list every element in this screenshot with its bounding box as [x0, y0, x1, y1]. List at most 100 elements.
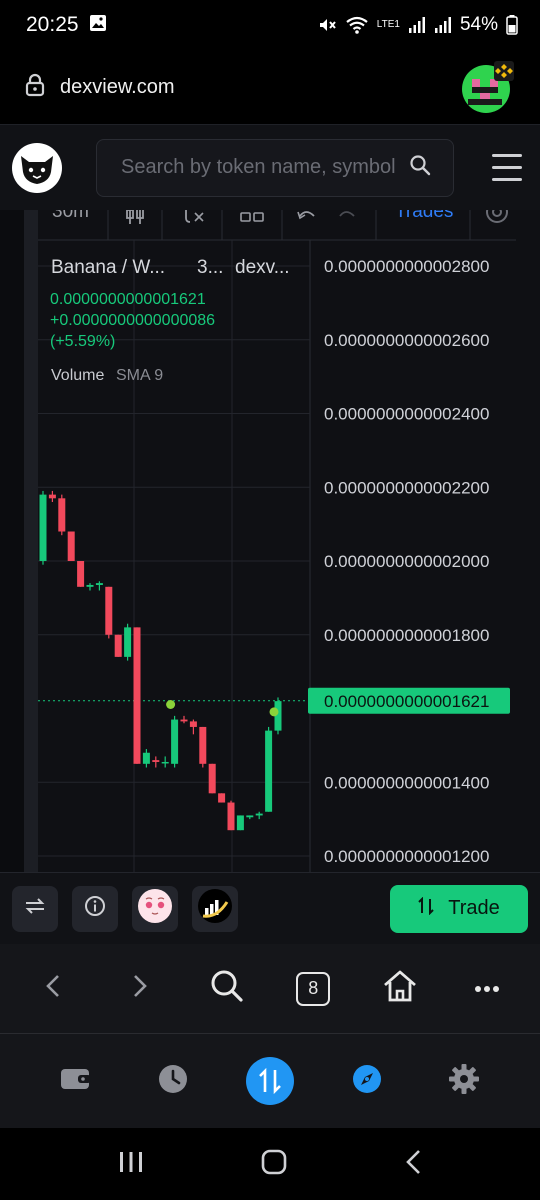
candle-body [95, 583, 103, 585]
candle [255, 811, 263, 820]
extension-avatar[interactable] [460, 59, 516, 115]
y-axis-tick-label: 0.0000000000002400 [324, 405, 489, 424]
token-avatar-button[interactable] [132, 885, 178, 932]
candle-body [227, 802, 235, 831]
candle-body [152, 760, 160, 762]
site-header [0, 124, 540, 210]
signal-icon-2 [434, 16, 452, 34]
price-chart[interactable]: 30m Trades 0.0000000000002800 0.000000000… [0, 210, 540, 872]
status-bar: 20:25 LTE1 54% [0, 0, 540, 50]
candle [246, 815, 254, 820]
candle [77, 561, 85, 587]
candle-body [133, 627, 141, 764]
token-search-input[interactable] [121, 156, 409, 179]
wifi-icon [345, 15, 369, 35]
home-button[interactable] [370, 969, 430, 1008]
swap-pair-button[interactable] [12, 885, 58, 932]
browser-search-button[interactable] [197, 969, 257, 1008]
candle [227, 800, 235, 831]
current-price-tag-label: 0.0000000000001621 [324, 692, 489, 711]
swap-arrows-icon [24, 896, 46, 921]
swap-arrows-circle [245, 1057, 294, 1105]
token-search-box[interactable] [96, 138, 454, 197]
y-axis-tick-label: 0.0000000000002600 [324, 331, 489, 350]
y-axis-tick-label: 0.0000000000002200 [324, 478, 489, 497]
y-axis-tick-label: 0.0000000000002000 [324, 552, 489, 571]
discover-button[interactable] [337, 1063, 397, 1100]
candle-body [114, 634, 122, 657]
price-change-abs: +0.0000000000000086 [50, 312, 215, 329]
swap-button[interactable] [240, 1057, 300, 1105]
wallet-icon [60, 1066, 92, 1097]
volume-sma-label: SMA 9 [116, 367, 163, 384]
candle [161, 756, 169, 768]
indicator-icon [185, 210, 204, 223]
lock-icon[interactable] [24, 73, 46, 102]
info-button[interactable] [72, 885, 118, 932]
url-domain[interactable]: dexview.com [60, 76, 175, 99]
browser-tools-bar [0, 1034, 540, 1128]
candle-body [39, 494, 47, 561]
price-change-pct: (+5.59%) [50, 333, 115, 350]
candle-body [161, 761, 169, 764]
pair-title: Banana / W... [51, 257, 165, 278]
candle-body [236, 815, 244, 831]
battery-icon [506, 15, 518, 35]
candle-body [77, 561, 85, 587]
forward-button[interactable] [110, 973, 170, 1004]
candle [48, 490, 56, 502]
chevron-right-icon [132, 973, 148, 1004]
layout-icon [240, 212, 264, 222]
settings-button[interactable] [434, 1063, 494, 1100]
recent-apps-icon[interactable] [118, 1150, 144, 1179]
browser-navigation-bar: 8 [0, 944, 540, 1034]
candle [86, 583, 94, 591]
back-button[interactable] [23, 973, 83, 1004]
tab-count-badge: 8 [296, 971, 331, 1006]
wallet-button[interactable] [46, 1066, 106, 1097]
system-back-icon[interactable] [404, 1148, 422, 1181]
battery-text: 54% [459, 14, 498, 35]
menu-hamburger-icon[interactable] [492, 154, 522, 181]
candle [105, 586, 113, 639]
y-axis-tick-label: 0.0000000000001800 [324, 626, 489, 645]
trade-button-label: Trade [448, 897, 500, 919]
candle [114, 634, 122, 657]
y-axis-tick-label: 0.0000000000002800 [324, 257, 489, 276]
dex-bars-logo-icon [197, 888, 233, 929]
history-button[interactable] [143, 1063, 203, 1100]
candle-body [189, 721, 197, 727]
candle [180, 715, 188, 724]
more-options-button[interactable] [457, 980, 517, 998]
trades-tab: Trades [395, 210, 453, 222]
mute-icon [317, 15, 337, 35]
candle-body [86, 584, 94, 587]
settings-gear-icon [486, 210, 508, 223]
trade-button[interactable]: Trade [390, 884, 528, 933]
redo-icon [339, 211, 355, 217]
tabs-button[interactable]: 8 [283, 971, 343, 1006]
home-pill-icon[interactable] [261, 1149, 287, 1180]
y-axis-tick-label: 0.0000000000001400 [324, 773, 489, 792]
candle [171, 715, 179, 768]
dex-platform-button[interactable] [192, 885, 238, 932]
candle-body [180, 719, 188, 722]
candle [95, 581, 103, 591]
candle-body [199, 726, 207, 764]
candle-type-icon [126, 210, 144, 224]
dexview-logo[interactable] [12, 142, 62, 193]
system-navigation-bar [0, 1128, 540, 1200]
pair-interval: 3... [197, 257, 223, 278]
candle [142, 749, 150, 768]
candle-body [265, 730, 273, 812]
token-face-icon [137, 888, 173, 929]
search-icon[interactable] [409, 154, 431, 181]
trade-arrows-icon [418, 896, 434, 921]
candle [189, 719, 197, 735]
candle-body [255, 813, 263, 816]
home-icon [382, 969, 418, 1008]
network-label: LTE1 [376, 19, 400, 30]
url-bar[interactable]: dexview.com [0, 50, 540, 124]
candle [265, 726, 273, 812]
candle-body [124, 627, 132, 657]
